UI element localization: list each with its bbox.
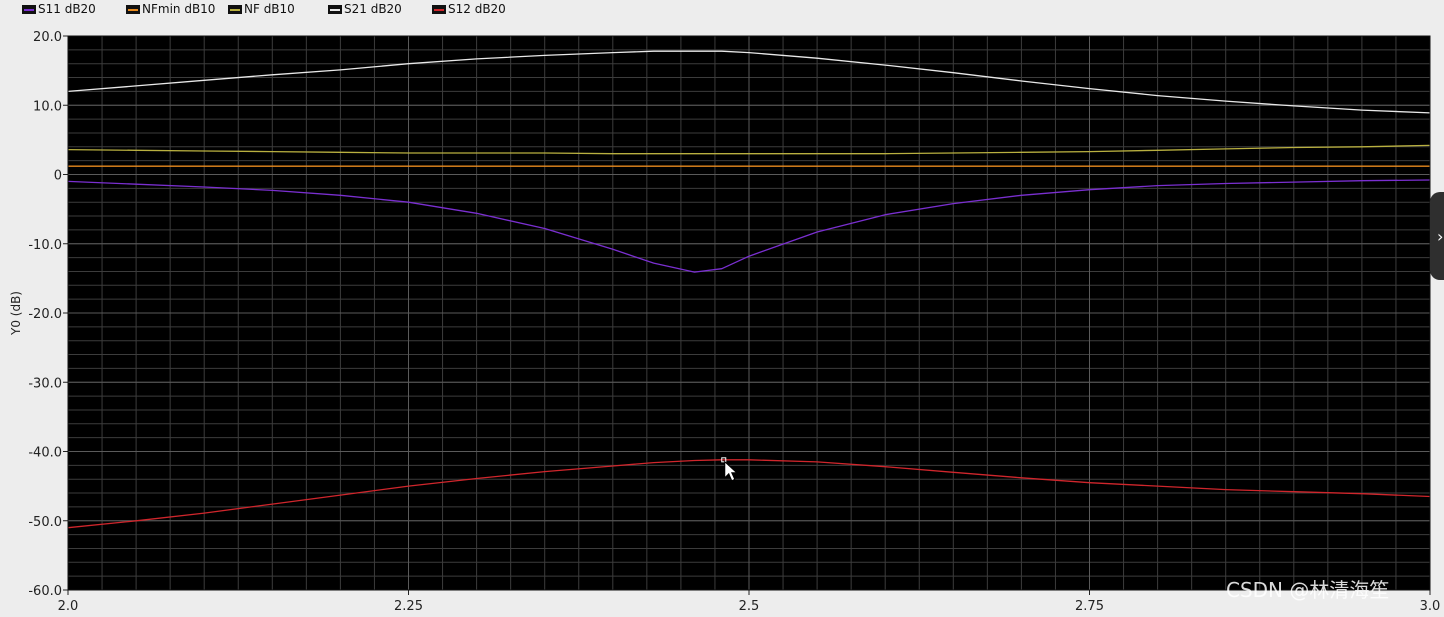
y-tick-label: -30.0 bbox=[28, 376, 62, 391]
plot-area: 20.010.00-10.0-20.0-30.0-40.0-50.0-60.02… bbox=[9, 30, 1441, 614]
y-tick-label: -20.0 bbox=[28, 307, 62, 322]
watermark: CSDN @林清海笙 bbox=[1226, 578, 1390, 602]
y-axis-label: Y0 (dB) bbox=[9, 291, 23, 336]
y-tick-label: -40.0 bbox=[28, 446, 62, 461]
x-tick-label: 2.0 bbox=[58, 599, 79, 614]
y-tick-label: -60.0 bbox=[28, 584, 62, 599]
side-panel-expand-button[interactable]: › bbox=[1430, 192, 1444, 280]
x-tick-label: 2.25 bbox=[394, 599, 423, 614]
x-tick-label: 2.5 bbox=[739, 599, 760, 614]
y-tick-label: 20.0 bbox=[33, 30, 62, 45]
x-tick-label: 3.0 bbox=[1420, 599, 1441, 614]
y-tick-label: -10.0 bbox=[28, 238, 62, 253]
x-tick-label: 2.75 bbox=[1075, 599, 1104, 614]
y-tick-label: 0 bbox=[54, 169, 62, 184]
y-tick-label: 10.0 bbox=[33, 99, 62, 114]
y-tick-label: -50.0 bbox=[28, 515, 62, 530]
chevron-right-icon: › bbox=[1437, 226, 1444, 246]
